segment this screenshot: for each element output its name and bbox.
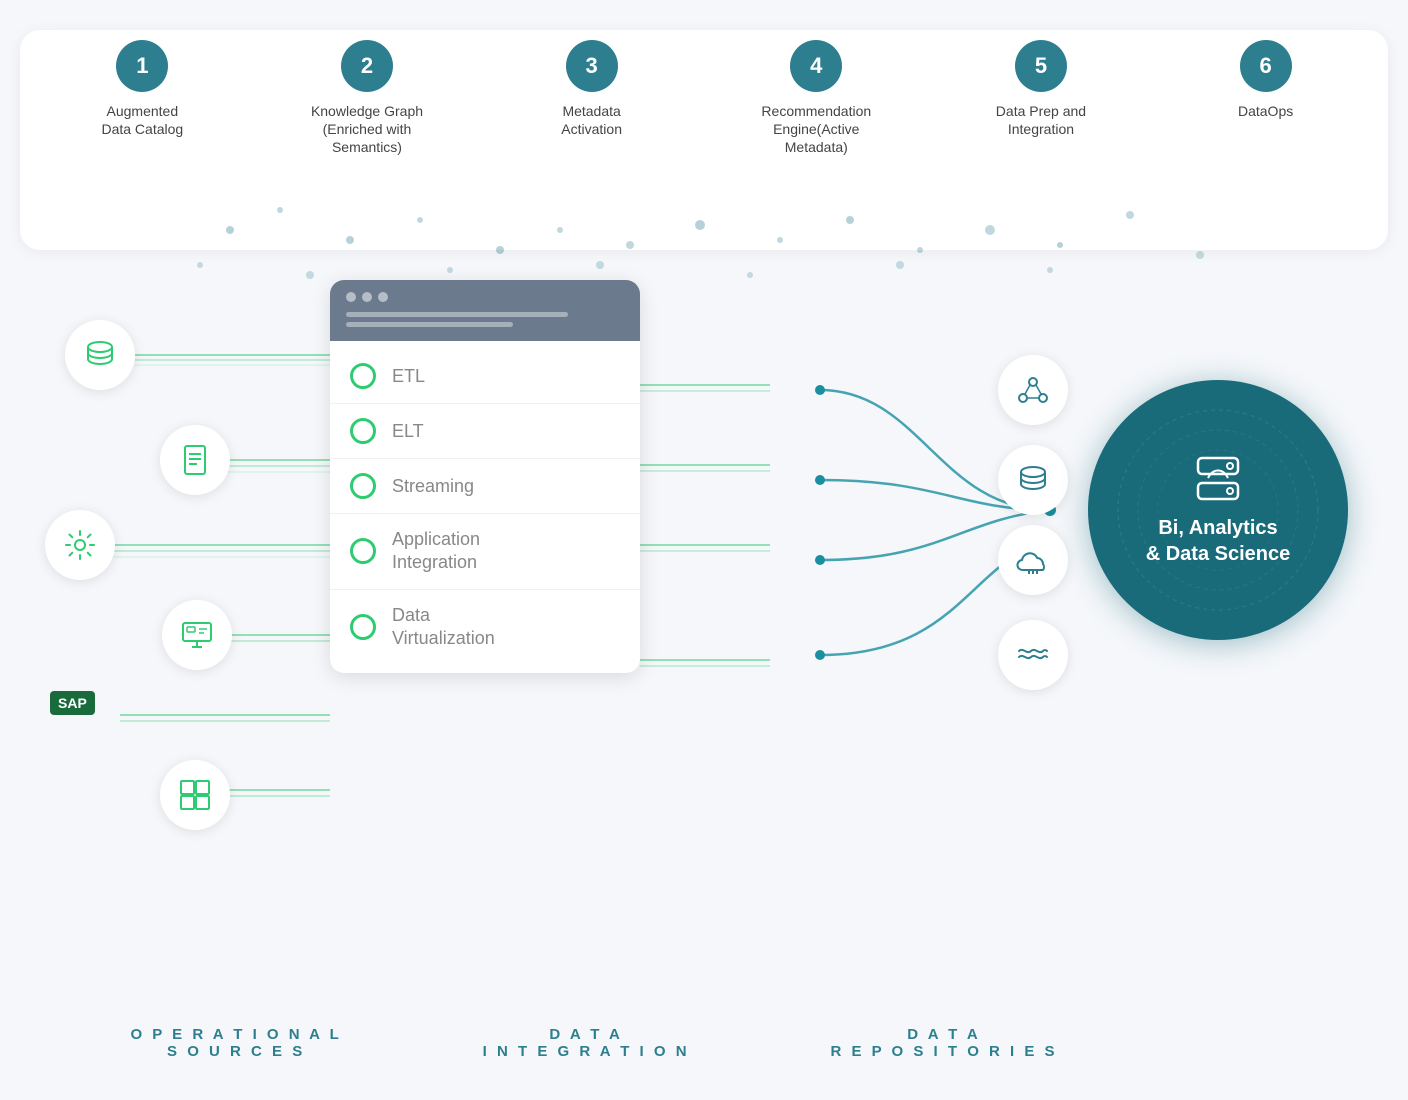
step-1: 1 AugmentedData Catalog [62,40,222,138]
step-1-label: AugmentedData Catalog [101,102,183,138]
step-2-circle: 2 [341,40,393,92]
browser-line-1 [346,312,568,317]
operational-label-line2: S O U R C E S [130,1043,341,1060]
step-6: 6 DataOps [1186,40,1346,120]
integration-item-data-virtualization[interactable]: DataVirtualization [330,590,640,665]
step-5-circle: 5 [1015,40,1067,92]
data-virtualization-label: DataVirtualization [392,604,495,651]
step-4-label: RecommendationEngine(ActiveMetadata) [761,102,871,157]
data-repositories-label-line2: R E P O S I T O R I E S [830,1043,1057,1060]
step-3: 3 MetadataActivation [512,40,672,138]
etl-label: ETL [392,366,425,387]
step-3-label: MetadataActivation [561,102,622,138]
document-icon-circle [160,425,230,495]
grid-icon [177,777,213,813]
step-4: 4 RecommendationEngine(ActiveMetadata) [736,40,896,157]
integration-item-app-integration[interactable]: ApplicationIntegration [330,514,640,590]
browser-address-lines [346,312,624,327]
bottom-labels-container: O P E R A T I O N A L S O U R C E S D A … [0,1026,1408,1060]
step-6-label: DataOps [1238,102,1293,120]
data-repositories-label: D A T A R E P O S I T O R I E S [830,1026,1057,1060]
step-4-circle: 4 [790,40,842,92]
data-repositories-label-line1: D A T A [830,1026,1057,1043]
streaming-label: Streaming [392,476,474,497]
monitor-icon-circle [162,600,232,670]
database-icon-circle [65,320,135,390]
browser-header [330,280,640,341]
graph-icon-circle [998,355,1068,425]
browser-dot-2 [362,292,372,302]
network-icon [1015,372,1051,408]
data-integration-label: D A T A I N T E G R A T I O N [483,1026,690,1060]
step-5-label: Data Prep andIntegration [996,102,1086,138]
integration-item-elt[interactable]: ELT [330,404,640,459]
app-integration-label: ApplicationIntegration [392,528,480,575]
browser-line-2 [346,322,513,327]
wave-icon [1015,637,1051,673]
sap-badge: SAP [50,695,95,713]
data-integration-label-line1: D A T A [483,1026,690,1043]
bi-bg-pattern [1088,380,1348,640]
settings-icon-circle [45,510,115,580]
step-2: 2 Knowledge Graph(Enriched withSemantics… [287,40,447,157]
browser-dot-1 [346,292,356,302]
step-6-circle: 6 [1240,40,1292,92]
monitor-icon [179,617,215,653]
cloud-icon-circle [998,525,1068,595]
right-database-icon [1015,462,1051,498]
bi-analytics-circle: Bi, Analytics& Data Science [1088,380,1348,640]
data-integration-panel: ETL ELT Streaming ApplicationIntegration… [330,280,640,673]
browser-dot-3 [378,292,388,302]
gear-icon [62,527,98,563]
step-3-circle: 3 [566,40,618,92]
sap-label: SAP [50,691,95,715]
right-database-icon-circle [998,445,1068,515]
streaming-radio[interactable] [350,473,376,499]
grid-icon-circle [160,760,230,830]
browser-window: ETL ELT Streaming ApplicationIntegration… [330,280,640,673]
integration-item-streaming[interactable]: Streaming [330,459,640,514]
top-steps-container: 1 AugmentedData Catalog 2 Knowledge Grap… [30,40,1378,157]
operational-label-line1: O P E R A T I O N A L [130,1026,341,1043]
browser-dots [346,292,624,302]
integration-list: ETL ELT Streaming ApplicationIntegration… [330,341,640,673]
elt-radio[interactable] [350,418,376,444]
operational-sources-label: O P E R A T I O N A L S O U R C E S [130,1026,341,1060]
app-integration-radio[interactable] [350,538,376,564]
data-integration-label-line2: I N T E G R A T I O N [483,1043,690,1060]
step-5: 5 Data Prep andIntegration [961,40,1121,138]
step-2-label: Knowledge Graph(Enriched withSemantics) [311,102,423,157]
database-icon [82,337,118,373]
cloud-icon [1015,542,1051,578]
wave-icon-circle [998,620,1068,690]
etl-radio[interactable] [350,363,376,389]
integration-item-etl[interactable]: ETL [330,349,640,404]
data-virtualization-radio[interactable] [350,614,376,640]
document-icon [177,442,213,478]
elt-label: ELT [392,421,424,442]
step-1-circle: 1 [116,40,168,92]
